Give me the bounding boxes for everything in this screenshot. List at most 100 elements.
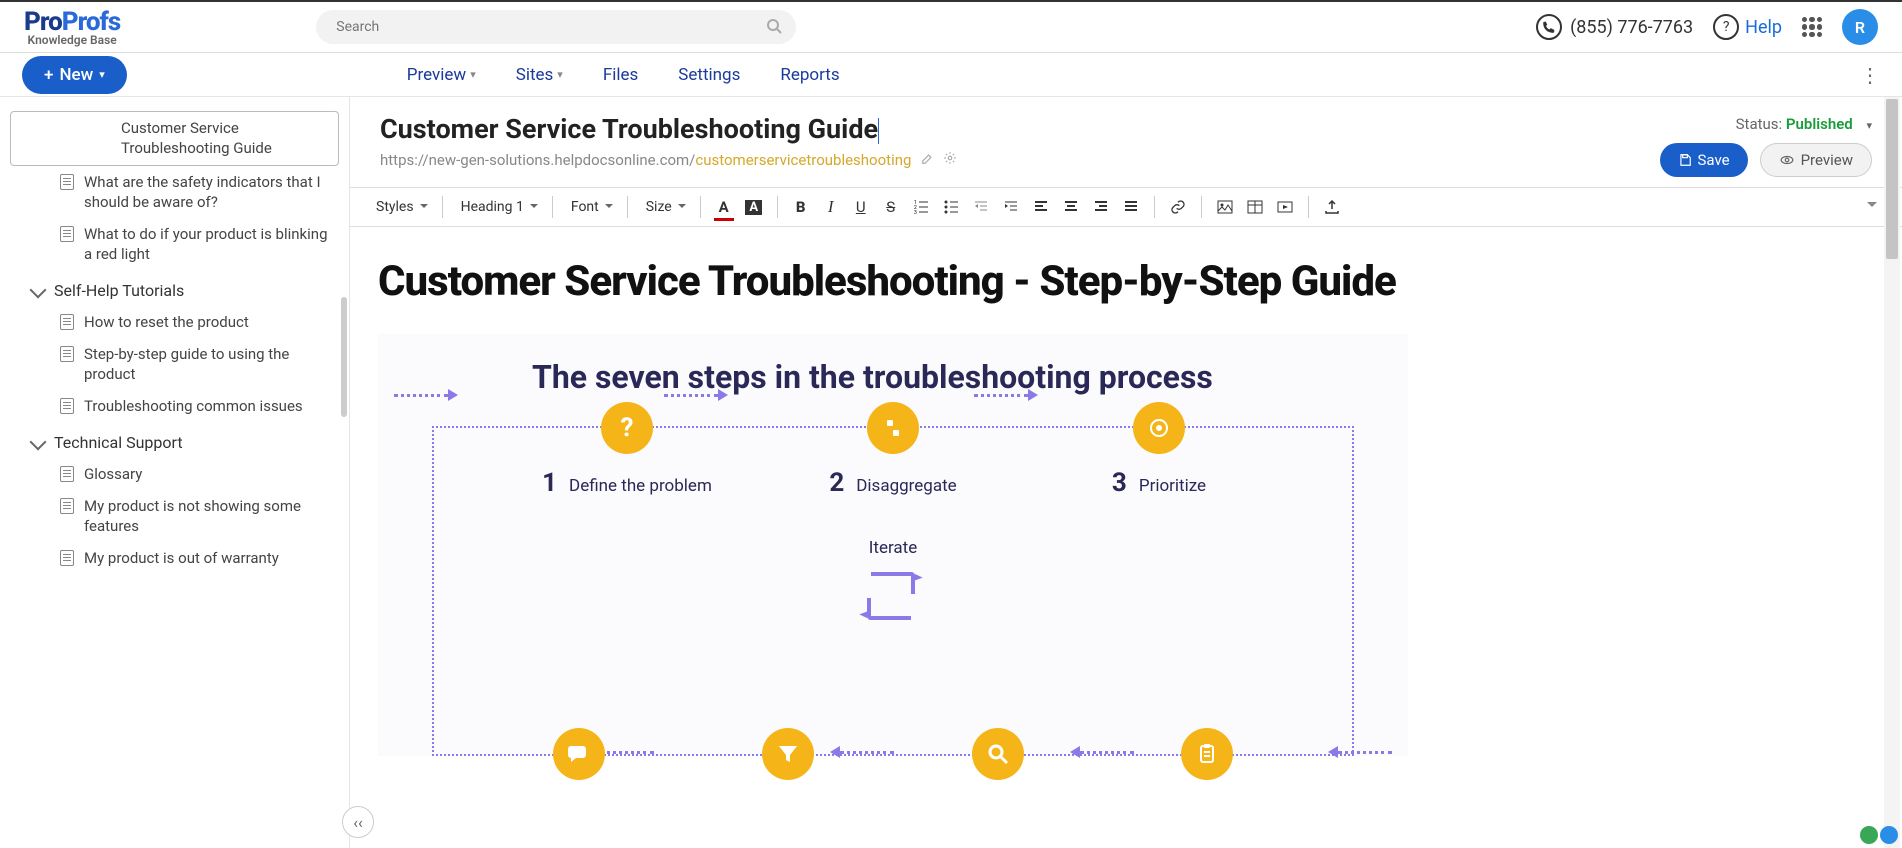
tab-preview[interactable]: Preview▾	[407, 65, 476, 85]
strike-button[interactable]: S	[878, 194, 904, 220]
indent-button[interactable]	[998, 194, 1024, 220]
heading-select[interactable]: Heading 1	[453, 195, 542, 219]
underline-button[interactable]: U	[848, 194, 874, 220]
italic-button[interactable]: I	[818, 194, 844, 220]
align-center-button[interactable]	[1058, 194, 1084, 220]
divider	[627, 196, 628, 218]
help-label: Help	[1745, 17, 1782, 38]
step-label: Disaggregate	[856, 476, 956, 496]
diagram-title: The seven steps in the troubleshooting p…	[532, 358, 1354, 396]
content-area: Customer Service Troubleshooting Guide h…	[350, 97, 1902, 848]
arrow-right-icon	[394, 394, 464, 396]
scrollbar-thumb[interactable]	[1886, 99, 1898, 259]
bullet-list-button[interactable]	[938, 194, 964, 220]
url-slug[interactable]: customerservicetroubleshooting	[695, 151, 911, 169]
edit-url-icon[interactable]	[921, 151, 935, 165]
save-icon	[1678, 153, 1692, 167]
save-label: Save	[1698, 151, 1730, 169]
status[interactable]: Status: Published ▾	[1660, 115, 1873, 133]
new-button[interactable]: + New ▾	[22, 56, 127, 94]
sidebar-section[interactable]: Technical Support	[10, 423, 339, 458]
font-select[interactable]: Font	[563, 195, 617, 219]
divider	[1308, 196, 1309, 218]
tab-sites[interactable]: Sites▾	[516, 65, 563, 85]
scrollbar-thumb[interactable]	[341, 297, 347, 417]
tab-reports[interactable]: Reports	[780, 65, 839, 85]
sidebar-item[interactable]: My product is out of warranty	[10, 542, 339, 574]
help-icon: ?	[1713, 14, 1739, 40]
sidebar-item[interactable]: Glossary	[10, 458, 339, 490]
table-button[interactable]	[1242, 194, 1268, 220]
sidebar-item[interactable]: Customer Service Troubleshooting Guide	[10, 111, 339, 166]
collapse-sidebar-button[interactable]: ‹‹	[342, 806, 374, 838]
upload-button[interactable]	[1319, 194, 1345, 220]
bg-color-button[interactable]: A	[741, 194, 767, 220]
image-button[interactable]	[1212, 194, 1238, 220]
preview-label: Preview	[1801, 151, 1853, 169]
bold-button[interactable]: B	[788, 194, 814, 220]
sidebar-section[interactable]: Self-Help Tutorials	[10, 271, 339, 306]
help-link[interactable]: ? Help	[1713, 14, 1782, 40]
save-button[interactable]: Save	[1660, 143, 1748, 177]
url-prefix: https://new-gen-solutions.helpdocsonline…	[380, 151, 695, 169]
logo[interactable]: ProProfs Knowledge Base	[24, 7, 120, 47]
sidebar-item[interactable]: Step-by-step guide to using the product	[10, 338, 339, 391]
phone-link[interactable]: (855) 776-7763	[1536, 14, 1693, 40]
video-button[interactable]	[1272, 194, 1298, 220]
secondary-bar: + New ▾ Preview▾ Sites▾ Files Settings R…	[0, 53, 1902, 97]
step-number: 1	[542, 468, 557, 498]
document-icon	[60, 314, 74, 330]
avatar[interactable]: R	[1842, 9, 1878, 45]
settings-icon[interactable]	[943, 151, 957, 165]
ordered-list-button[interactable]: 123	[908, 194, 934, 220]
document-icon	[60, 346, 74, 362]
search-input[interactable]	[316, 10, 796, 44]
question-icon: ?	[601, 402, 653, 454]
preview-button[interactable]: Preview	[1760, 143, 1872, 177]
editor-toolbar: Styles Heading 1 Font Size A A B I U S 1…	[350, 187, 1902, 227]
topbar: ProProfs Knowledge Base (855) 776-7763 ?…	[0, 0, 1902, 53]
step-label: Prioritize	[1139, 476, 1206, 496]
outdent-button[interactable]	[968, 194, 994, 220]
main: Customer Service Troubleshooting Guide W…	[0, 97, 1902, 848]
document-icon	[60, 466, 74, 482]
sidebar-item[interactable]: What are the safety indicators that I sh…	[10, 166, 339, 219]
sidebar-item[interactable]: Troubleshooting common issues	[10, 390, 339, 422]
iterate-icon	[861, 568, 925, 624]
page-title[interactable]: Customer Service Troubleshooting Guide	[380, 113, 1660, 145]
step-label: Define the problem	[569, 476, 712, 496]
step: ? 1Define the problem	[527, 458, 727, 498]
more-menu[interactable]: ⋮	[1860, 63, 1880, 87]
sidebar-item[interactable]: How to reset the product	[10, 306, 339, 338]
search-box	[316, 10, 796, 44]
editor-body[interactable]: Customer Service Troubleshooting - Step-…	[350, 227, 1902, 786]
tab-files[interactable]: Files	[603, 65, 638, 85]
top-right: (855) 776-7763 ? Help R	[1536, 9, 1878, 45]
align-left-button[interactable]	[1028, 194, 1054, 220]
align-right-button[interactable]	[1088, 194, 1114, 220]
widget-dot	[1860, 826, 1878, 844]
tab-settings[interactable]: Settings	[678, 65, 740, 85]
chevron-down-icon: ▾	[99, 68, 105, 81]
divider	[552, 196, 553, 218]
vertical-scrollbar[interactable]: ▼	[1884, 97, 1900, 848]
styles-select[interactable]: Styles	[368, 195, 432, 219]
document-icon	[60, 226, 74, 242]
sidebar-item[interactable]: What to do if your product is blinking a…	[10, 218, 339, 271]
size-select[interactable]: Size	[638, 195, 690, 219]
iterate-label: Iterate	[843, 538, 943, 558]
search-icon[interactable]	[766, 18, 782, 34]
divider	[1201, 196, 1202, 218]
iterate-block: Iterate	[843, 538, 943, 624]
chevron-down-icon: ▾	[1866, 119, 1872, 132]
link-button[interactable]	[1165, 194, 1191, 220]
align-justify-button[interactable]	[1118, 194, 1144, 220]
toolbar-more[interactable]	[1860, 195, 1884, 219]
corner-widget[interactable]	[1860, 826, 1898, 844]
split-icon	[867, 402, 919, 454]
step-number: 3	[1112, 468, 1127, 498]
sidebar-item[interactable]: My product is not showing some features	[10, 490, 339, 543]
text-color-button[interactable]: A	[711, 194, 737, 220]
apps-grid-icon[interactable]	[1802, 17, 1822, 37]
phone-number: (855) 776-7763	[1570, 17, 1693, 38]
